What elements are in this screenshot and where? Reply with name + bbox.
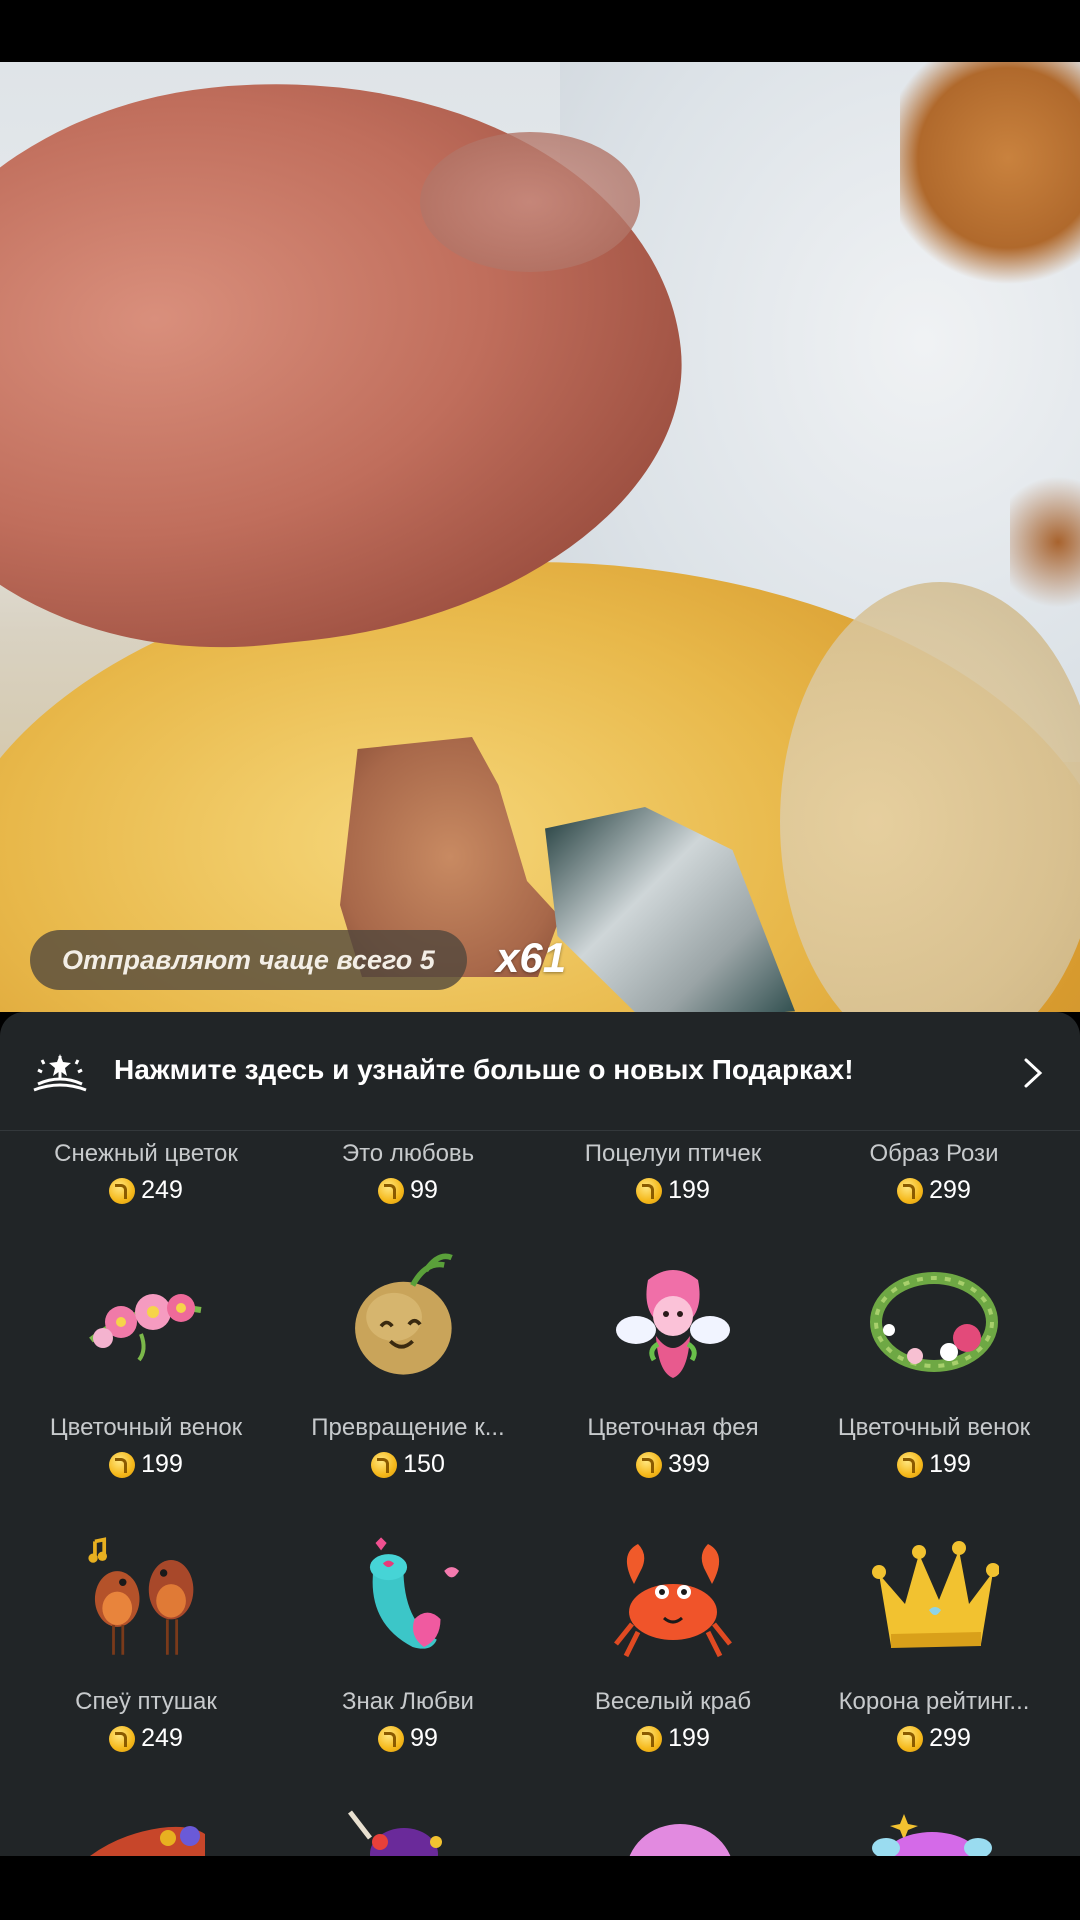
gift-name: Корона рейтинг... (838, 1688, 1030, 1715)
gift-price: 399 (538, 1450, 808, 1479)
gift-name: Знак Любви (342, 1688, 474, 1715)
chevron-right-icon[interactable] (1018, 1056, 1048, 1090)
gift-name: Веселый краб (594, 1688, 752, 1715)
gift-price: 199 (538, 1724, 808, 1753)
coin-icon (897, 1177, 924, 1204)
gift-price: 150 (273, 1450, 543, 1479)
status-bar (0, 0, 1080, 62)
coin-icon (636, 1725, 663, 1752)
combo-text: Отправляют чаще всего 5 (62, 944, 435, 975)
flower-wreath-icon (89, 1294, 202, 1362)
gift-panel: Нажмите здесь и узнайте больше о новых П… (0, 1012, 1080, 1856)
gift-preview-icon (872, 1814, 992, 1856)
navigation-bar (0, 1856, 1080, 1920)
gift-name: Цветочный венок (837, 1414, 1031, 1441)
gift-preview-icon (348, 1810, 442, 1856)
gift-price: 199 (799, 1450, 1069, 1479)
gift-name: Цветочная фея (587, 1414, 759, 1441)
gift-name: Снежный цветок (54, 1140, 238, 1167)
coin-icon (636, 1177, 663, 1204)
gift-name: Поцелуи птичек (584, 1140, 762, 1167)
gift-name: Образ Рози (869, 1140, 999, 1167)
gift-price: 299 (799, 1724, 1069, 1753)
crab-icon (614, 1544, 732, 1658)
coin-icon (378, 1177, 405, 1204)
potato-sprout-icon (355, 1253, 453, 1375)
divider (0, 1130, 1080, 1131)
coin-icon (109, 1177, 136, 1204)
crown-icon (872, 1541, 999, 1648)
combo-pill[interactable]: Отправляют чаще всего 5 (30, 930, 467, 990)
flower-fairy-icon (616, 1270, 730, 1378)
combo-multiplier: x61 (496, 934, 567, 981)
new-gifts-banner[interactable]: Нажмите здесь и узнайте больше о новых П… (0, 1012, 1080, 1130)
coin-icon (109, 1725, 136, 1752)
gift-price: 249 (11, 1176, 281, 1205)
coin-icon (897, 1725, 924, 1752)
gift-name: Спеӱ птушак (75, 1688, 217, 1715)
gift-price: 99 (273, 1724, 543, 1753)
gift-price: 199 (11, 1450, 281, 1479)
gift-preview-icon (90, 1826, 205, 1856)
coin-icon (109, 1451, 136, 1478)
video-player[interactable] (0, 62, 1080, 1012)
gift-price: 99 (273, 1176, 543, 1205)
coin-icon (897, 1451, 924, 1478)
gift-price: 299 (799, 1176, 1069, 1205)
gift-name: Цветочный венок (49, 1414, 243, 1441)
coin-icon (371, 1451, 398, 1478)
singing-birds-icon (88, 1537, 194, 1655)
gift-spark-icon (33, 1054, 87, 1092)
gift-name: Это любовь (341, 1140, 475, 1167)
banner-text: Нажмите здесь и узнайте больше о новых П… (114, 1054, 854, 1085)
gift-price: 199 (538, 1176, 808, 1205)
coin-icon (378, 1725, 405, 1752)
gift-name: Превращение к... (311, 1414, 505, 1441)
love-sign-icon (369, 1537, 460, 1649)
gift-preview-icon (629, 1824, 731, 1856)
flower-ring-icon (870, 1272, 998, 1372)
coin-icon (636, 1451, 663, 1478)
gift-price: 249 (11, 1724, 281, 1753)
